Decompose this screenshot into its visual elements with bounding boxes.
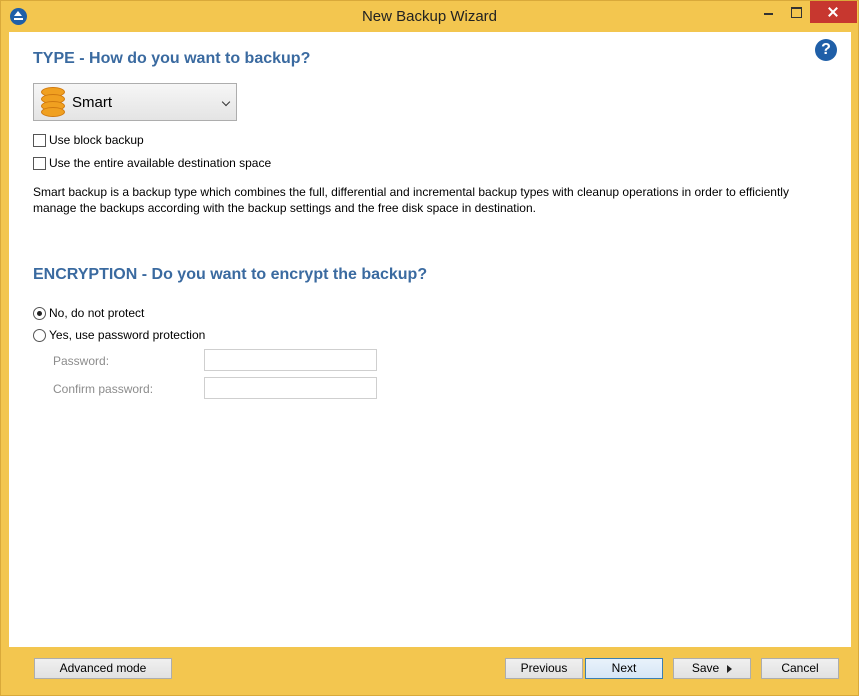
advanced-mode-button[interactable]: Advanced mode	[34, 658, 172, 679]
confirm-password-input[interactable]	[204, 377, 377, 399]
maximize-button[interactable]	[782, 1, 810, 23]
no-protect-radio-row[interactable]: No, do not protect	[33, 306, 144, 320]
no-protect-radio[interactable]	[33, 306, 46, 320]
previous-button[interactable]: Previous	[505, 658, 583, 679]
no-protect-label: No, do not protect	[49, 306, 145, 320]
save-button-label: Save	[691, 661, 720, 675]
save-button[interactable]: Save	[673, 658, 751, 679]
wizard-content: ? TYPE - How do you want to backup? Smar…	[9, 32, 851, 647]
backup-type-select[interactable]: Smart	[33, 83, 237, 121]
type-section-title: TYPE - How do you want to backup?	[33, 50, 311, 67]
chevron-down-icon	[221, 97, 231, 107]
password-label: Password:	[53, 354, 110, 368]
backup-type-value: Smart	[72, 94, 113, 111]
block-backup-label: Use block backup	[49, 133, 144, 147]
password-protect-radio-row[interactable]: Yes, use password protection	[33, 328, 205, 342]
encryption-section-title: ENCRYPTION - Do you want to encrypt the …	[33, 266, 428, 283]
entire-space-label: Use the entire available destination spa…	[49, 156, 272, 170]
help-icon[interactable]: ?	[815, 39, 837, 61]
entire-space-checkbox-row[interactable]: Use the entire available destination spa…	[33, 156, 271, 170]
block-backup-checkbox[interactable]	[33, 133, 46, 147]
triangle-right-icon	[727, 664, 733, 673]
title-bar: New Backup Wizard	[1, 1, 858, 32]
password-input[interactable]	[204, 349, 377, 371]
minimize-button[interactable]	[753, 1, 783, 23]
backup-type-description: Smart backup is a backup type which comb…	[33, 185, 789, 215]
entire-space-checkbox[interactable]	[33, 156, 46, 170]
password-protect-label: Yes, use password protection	[49, 328, 206, 342]
next-button[interactable]: Next	[585, 658, 663, 679]
close-button[interactable]	[810, 1, 857, 23]
window-title: New Backup Wizard	[361, 8, 498, 25]
cancel-button[interactable]: Cancel	[761, 658, 839, 679]
wizard-window: New Backup Wizard ? TYPE - How do you wa…	[0, 0, 859, 696]
block-backup-checkbox-row[interactable]: Use block backup	[33, 133, 144, 147]
database-icon	[41, 87, 65, 117]
password-protect-radio[interactable]	[33, 328, 46, 342]
confirm-password-label: Confirm password:	[53, 382, 154, 396]
